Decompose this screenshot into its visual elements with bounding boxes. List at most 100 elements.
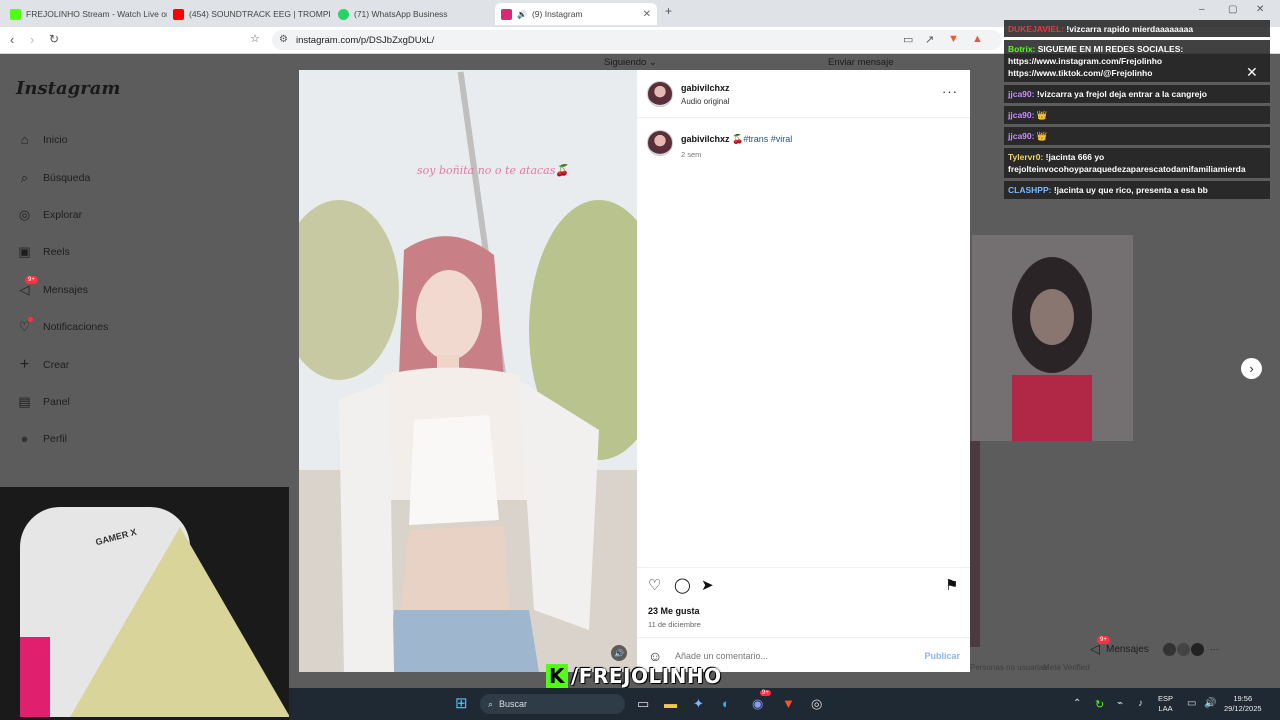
like-icon[interactable]: ♡	[648, 576, 661, 594]
sidebar-item-label: Crear	[43, 359, 70, 371]
video-caption-overlay: soy boñita no o te atacas🍒	[417, 164, 570, 177]
message-avatars	[1162, 642, 1204, 656]
sidebar-item-reels[interactable]: ▣ Reels	[16, 244, 70, 260]
sidebar-item-label: Búsqueda	[43, 172, 91, 184]
obs-icon[interactable]: ◎	[811, 696, 822, 712]
chart-icon: ▤	[18, 394, 31, 409]
chat-text: 👑	[1036, 110, 1048, 120]
clock[interactable]: 19:56 29/12/2025	[1224, 694, 1262, 714]
reels-icon: ▣	[18, 244, 31, 259]
close-icon[interactable]: ✕	[1246, 64, 1258, 81]
chat-username: jjca90:	[1008, 89, 1035, 99]
adjacent-post-thumbnail[interactable]	[972, 235, 1133, 441]
sidebar-item-explorar[interactable]: ◎ Explorar	[16, 207, 82, 223]
following-button[interactable]: Siguiendo ⌄	[604, 57, 657, 68]
sidebar-item-busqueda[interactable]: ⌕ Búsqueda	[16, 170, 90, 186]
sidebar-item-mensajes[interactable]: ◁ 9+ Mensajes	[16, 276, 88, 298]
language-indicator[interactable]: ESP LAA	[1158, 694, 1173, 714]
audio-link[interactable]: Audio original	[681, 97, 729, 106]
taskbar-search[interactable]: ⌕ Buscar	[480, 694, 625, 714]
copilot-icon[interactable]: ✦	[693, 696, 704, 712]
share-icon[interactable]: ↗	[925, 33, 934, 46]
tab-kick-stream[interactable]: FREJOLINHO Stream - Watch Live on	[4, 3, 167, 25]
url-field[interactable]: ⚙ instagram.com/p/DSJbZxgDUxL/	[272, 30, 1002, 50]
language-code: ESP	[1158, 694, 1174, 703]
chat-text: !vizcarra ya frejol deja entrar a la can…	[1036, 89, 1207, 99]
instagram-logo[interactable]: Instagram	[16, 78, 120, 99]
cast-icon[interactable]: ▭	[903, 33, 913, 46]
sidebar-item-label: Mensajes	[43, 284, 88, 296]
taskbar-search-label: Buscar	[499, 699, 528, 709]
tab-whatsapp[interactable]: (71) WhatsApp Business	[332, 3, 495, 25]
edge-icon[interactable]: ◐	[722, 696, 730, 711]
chat-text: !jacinta uy que rico, presenta a esa bb	[1053, 185, 1208, 195]
footer-link[interactable]: Meta Verified	[1043, 663, 1090, 672]
likes-count[interactable]: 23 Me gusta	[648, 606, 700, 616]
tab-label: FREJOLINHO Stream - Watch Live on	[26, 9, 167, 19]
straw-hat	[70, 527, 289, 717]
mute-button[interactable]: 🔊	[611, 645, 627, 661]
caption-hashtags[interactable]: #trans #viral	[743, 134, 792, 144]
comment-icon[interactable]: ◯	[674, 576, 691, 594]
tab-youtube[interactable]: (454) SOUNDTRACK EEG | TROMPETA	[167, 3, 330, 25]
close-tab-icon[interactable]: ✕	[643, 9, 651, 20]
file-explorer-icon[interactable]: ▬	[664, 696, 677, 711]
messages-badge: 9+	[25, 276, 38, 284]
publish-button[interactable]: Publicar	[924, 651, 960, 661]
save-icon[interactable]: ⚑	[945, 576, 958, 594]
chat-username: DUKEJAVIEL:	[1008, 24, 1065, 34]
chevron-right-icon: ›	[1249, 361, 1254, 376]
send-message-button[interactable]: Enviar mensaje	[828, 57, 893, 68]
post-video[interactable]: soy boñita no o te atacas🍒 🔊	[299, 70, 637, 672]
windows-start-icon[interactable]: ⊞	[455, 694, 468, 712]
caption-username[interactable]: gabivilchxz	[681, 134, 730, 144]
adjacent-post-edge	[970, 441, 980, 647]
maximize-icon[interactable]: ▢	[1228, 4, 1237, 15]
comment-input[interactable]: Añade un comentario...	[675, 651, 768, 661]
new-tab-icon[interactable]: +	[665, 4, 672, 18]
caption: gabivilchxz 🍒#trans #viral	[681, 134, 792, 145]
author-username[interactable]: gabivilchxz	[681, 83, 730, 93]
tab-label: (71) WhatsApp Business	[354, 9, 448, 19]
chat-message: Tylervr0: !jacinta 666 yo frejolteinvoco…	[1004, 148, 1270, 178]
messages-pill-label: Mensajes	[1106, 643, 1149, 655]
sidebar-item-crear[interactable]: + Crear	[16, 356, 69, 374]
sidebar-item-panel[interactable]: ▤ Panel	[16, 394, 70, 410]
sync-icon[interactable]: ↻	[1095, 698, 1104, 711]
next-post-button[interactable]: ›	[1241, 358, 1262, 379]
display-icon[interactable]: ▭	[1187, 698, 1196, 709]
brave-icon[interactable]: ▼	[782, 696, 795, 711]
instagram-icon	[501, 8, 512, 20]
caption-avatar[interactable]	[647, 130, 673, 156]
chevron-up-icon[interactable]: ⌃	[1073, 698, 1081, 709]
author-avatar[interactable]	[647, 81, 673, 107]
back-icon[interactable]: ‹	[10, 32, 14, 47]
microphone-icon[interactable]: ♪	[1138, 698, 1143, 709]
brave-rewards-icon[interactable]: ▲	[972, 33, 983, 45]
discord-icon[interactable]: ◉ 9+	[752, 690, 771, 712]
sidebar-item-perfil[interactable]: ● Perfil	[16, 431, 67, 446]
sidebar-item-label: Explorar	[43, 209, 83, 221]
minimize-icon[interactable]: –	[1199, 4, 1205, 15]
more-options-icon[interactable]: ···	[942, 84, 958, 99]
close-window-icon[interactable]: ✕	[1256, 4, 1264, 15]
footer-link[interactable]: Personas no usuarias	[970, 663, 1047, 672]
reload-icon[interactable]: ↻	[49, 32, 59, 46]
emoji-icon[interactable]: ☺	[648, 648, 662, 664]
bookmark-icon[interactable]: ☆	[250, 32, 260, 45]
share-icon[interactable]: ➤	[701, 576, 714, 594]
forward-icon[interactable]: ›	[30, 32, 34, 47]
volume-icon[interactable]: 🔊	[1204, 698, 1216, 709]
sidebar-item-notificaciones[interactable]: ♡ Notificaciones	[16, 317, 108, 335]
tab-instagram[interactable]: 🔊 (9) Instagram ✕	[495, 3, 657, 25]
speaker-icon: 🔊	[614, 648, 624, 658]
chat-message: jjca90: 👑	[1004, 127, 1270, 145]
messages-badge: 9+	[1097, 636, 1110, 644]
task-view-icon[interactable]: ▭	[637, 696, 649, 712]
sidebar-item-label: Perfil	[43, 432, 67, 445]
sidebar-item-inicio[interactable]: ⌂ Inicio	[16, 132, 68, 147]
site-settings-icon[interactable]: ⚙	[279, 34, 288, 45]
messages-pill[interactable]: ◁ 9+ Mensajes ···	[1090, 636, 1219, 662]
brave-shield-icon[interactable]: ▼	[948, 33, 959, 45]
network-icon[interactable]: ⌁	[1117, 698, 1123, 709]
